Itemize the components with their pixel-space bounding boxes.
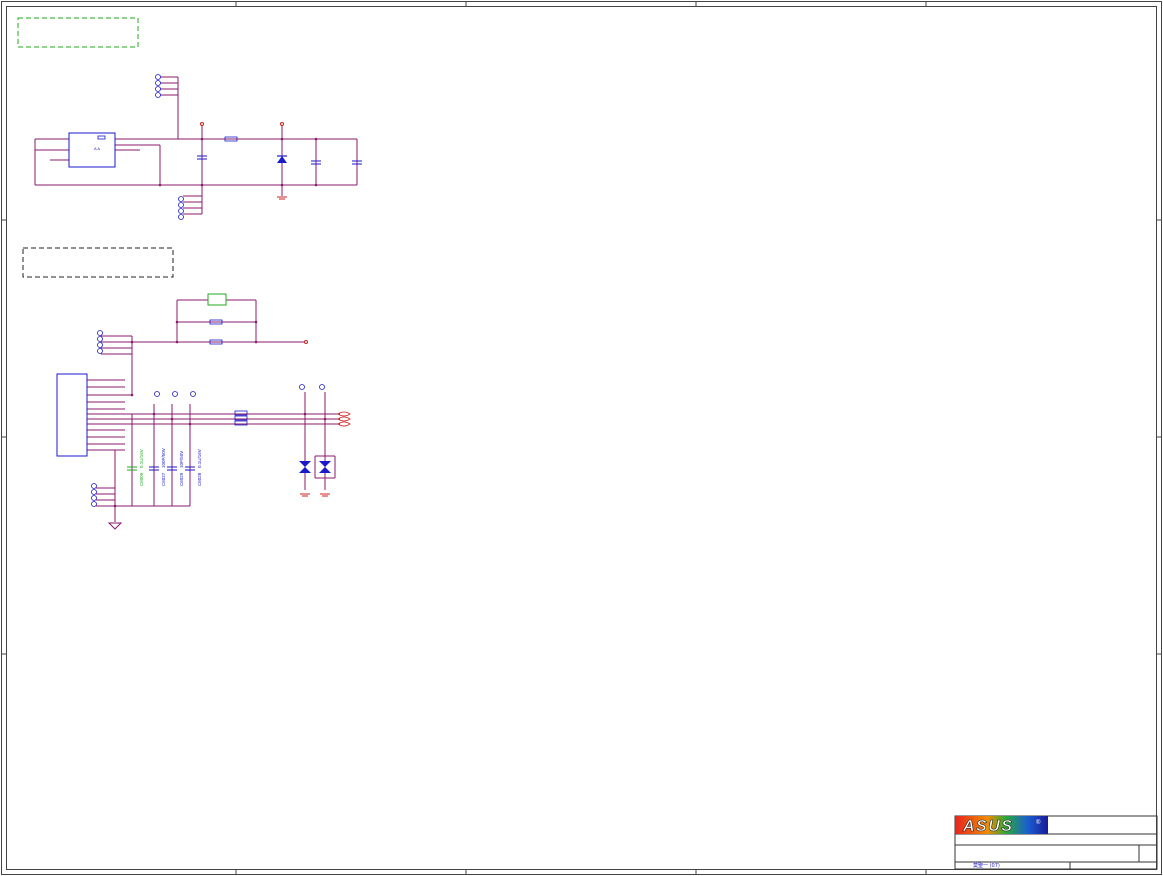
power-pin <box>304 340 308 344</box>
asus-logo: ASUS ® <box>955 816 1048 835</box>
fuse <box>207 293 227 306</box>
registered-mark: ® <box>1036 819 1041 826</box>
cap-label-c6029-ref: C6029 <box>179 472 184 486</box>
upper-connector <box>68 132 116 168</box>
port-circles-bottom <box>178 196 184 220</box>
cap-label-c6029-val: 10P/50V <box>179 451 184 468</box>
cap-label-c6028-val: 0.1U/16V <box>197 449 202 468</box>
junctions <box>158 137 318 187</box>
tvs-diode <box>277 155 287 163</box>
footer-text: 莫聖一 (07) <box>973 862 1000 869</box>
cap-label-c6009-ref: C6009 <box>139 472 144 486</box>
ground-symbol <box>300 493 330 497</box>
cap-label-c6027-val: 100P/50V <box>161 448 166 468</box>
section-box-green <box>17 17 139 48</box>
common-mode-choke <box>234 410 248 426</box>
ground-symbol <box>277 196 287 200</box>
title-block: ASUS ® 莫聖一 (07) <box>954 815 1158 870</box>
port-circles-caps <box>154 384 325 397</box>
port-circles-top <box>155 74 161 98</box>
cap-label-c6028-ref: C6028 <box>197 472 202 486</box>
lower-circuit: C6009 0.1U/16V C6027 100P/50V C6029 10P/… <box>56 293 351 530</box>
schematic-sheet: A A C6009 0.1U/16V C6027 100P/50V C6029 … <box>1 1 1162 875</box>
section-box-black <box>22 247 174 278</box>
connector-text: A A <box>94 146 100 151</box>
cap-label-c6027-ref: C6027 <box>161 472 166 486</box>
cap-label-c6009-val: 0.1U/16V <box>139 449 144 468</box>
upper-circuit: A A <box>34 74 362 220</box>
usb-connector <box>56 373 88 457</box>
power-pin <box>200 122 204 126</box>
ground-symbol <box>107 522 123 530</box>
lower-wires <box>87 299 340 522</box>
power-pin <box>280 122 284 126</box>
sheet-frame <box>1 1 1162 875</box>
port-circles-lower-left <box>91 483 97 507</box>
asus-logo-text: ASUS <box>962 818 1013 835</box>
